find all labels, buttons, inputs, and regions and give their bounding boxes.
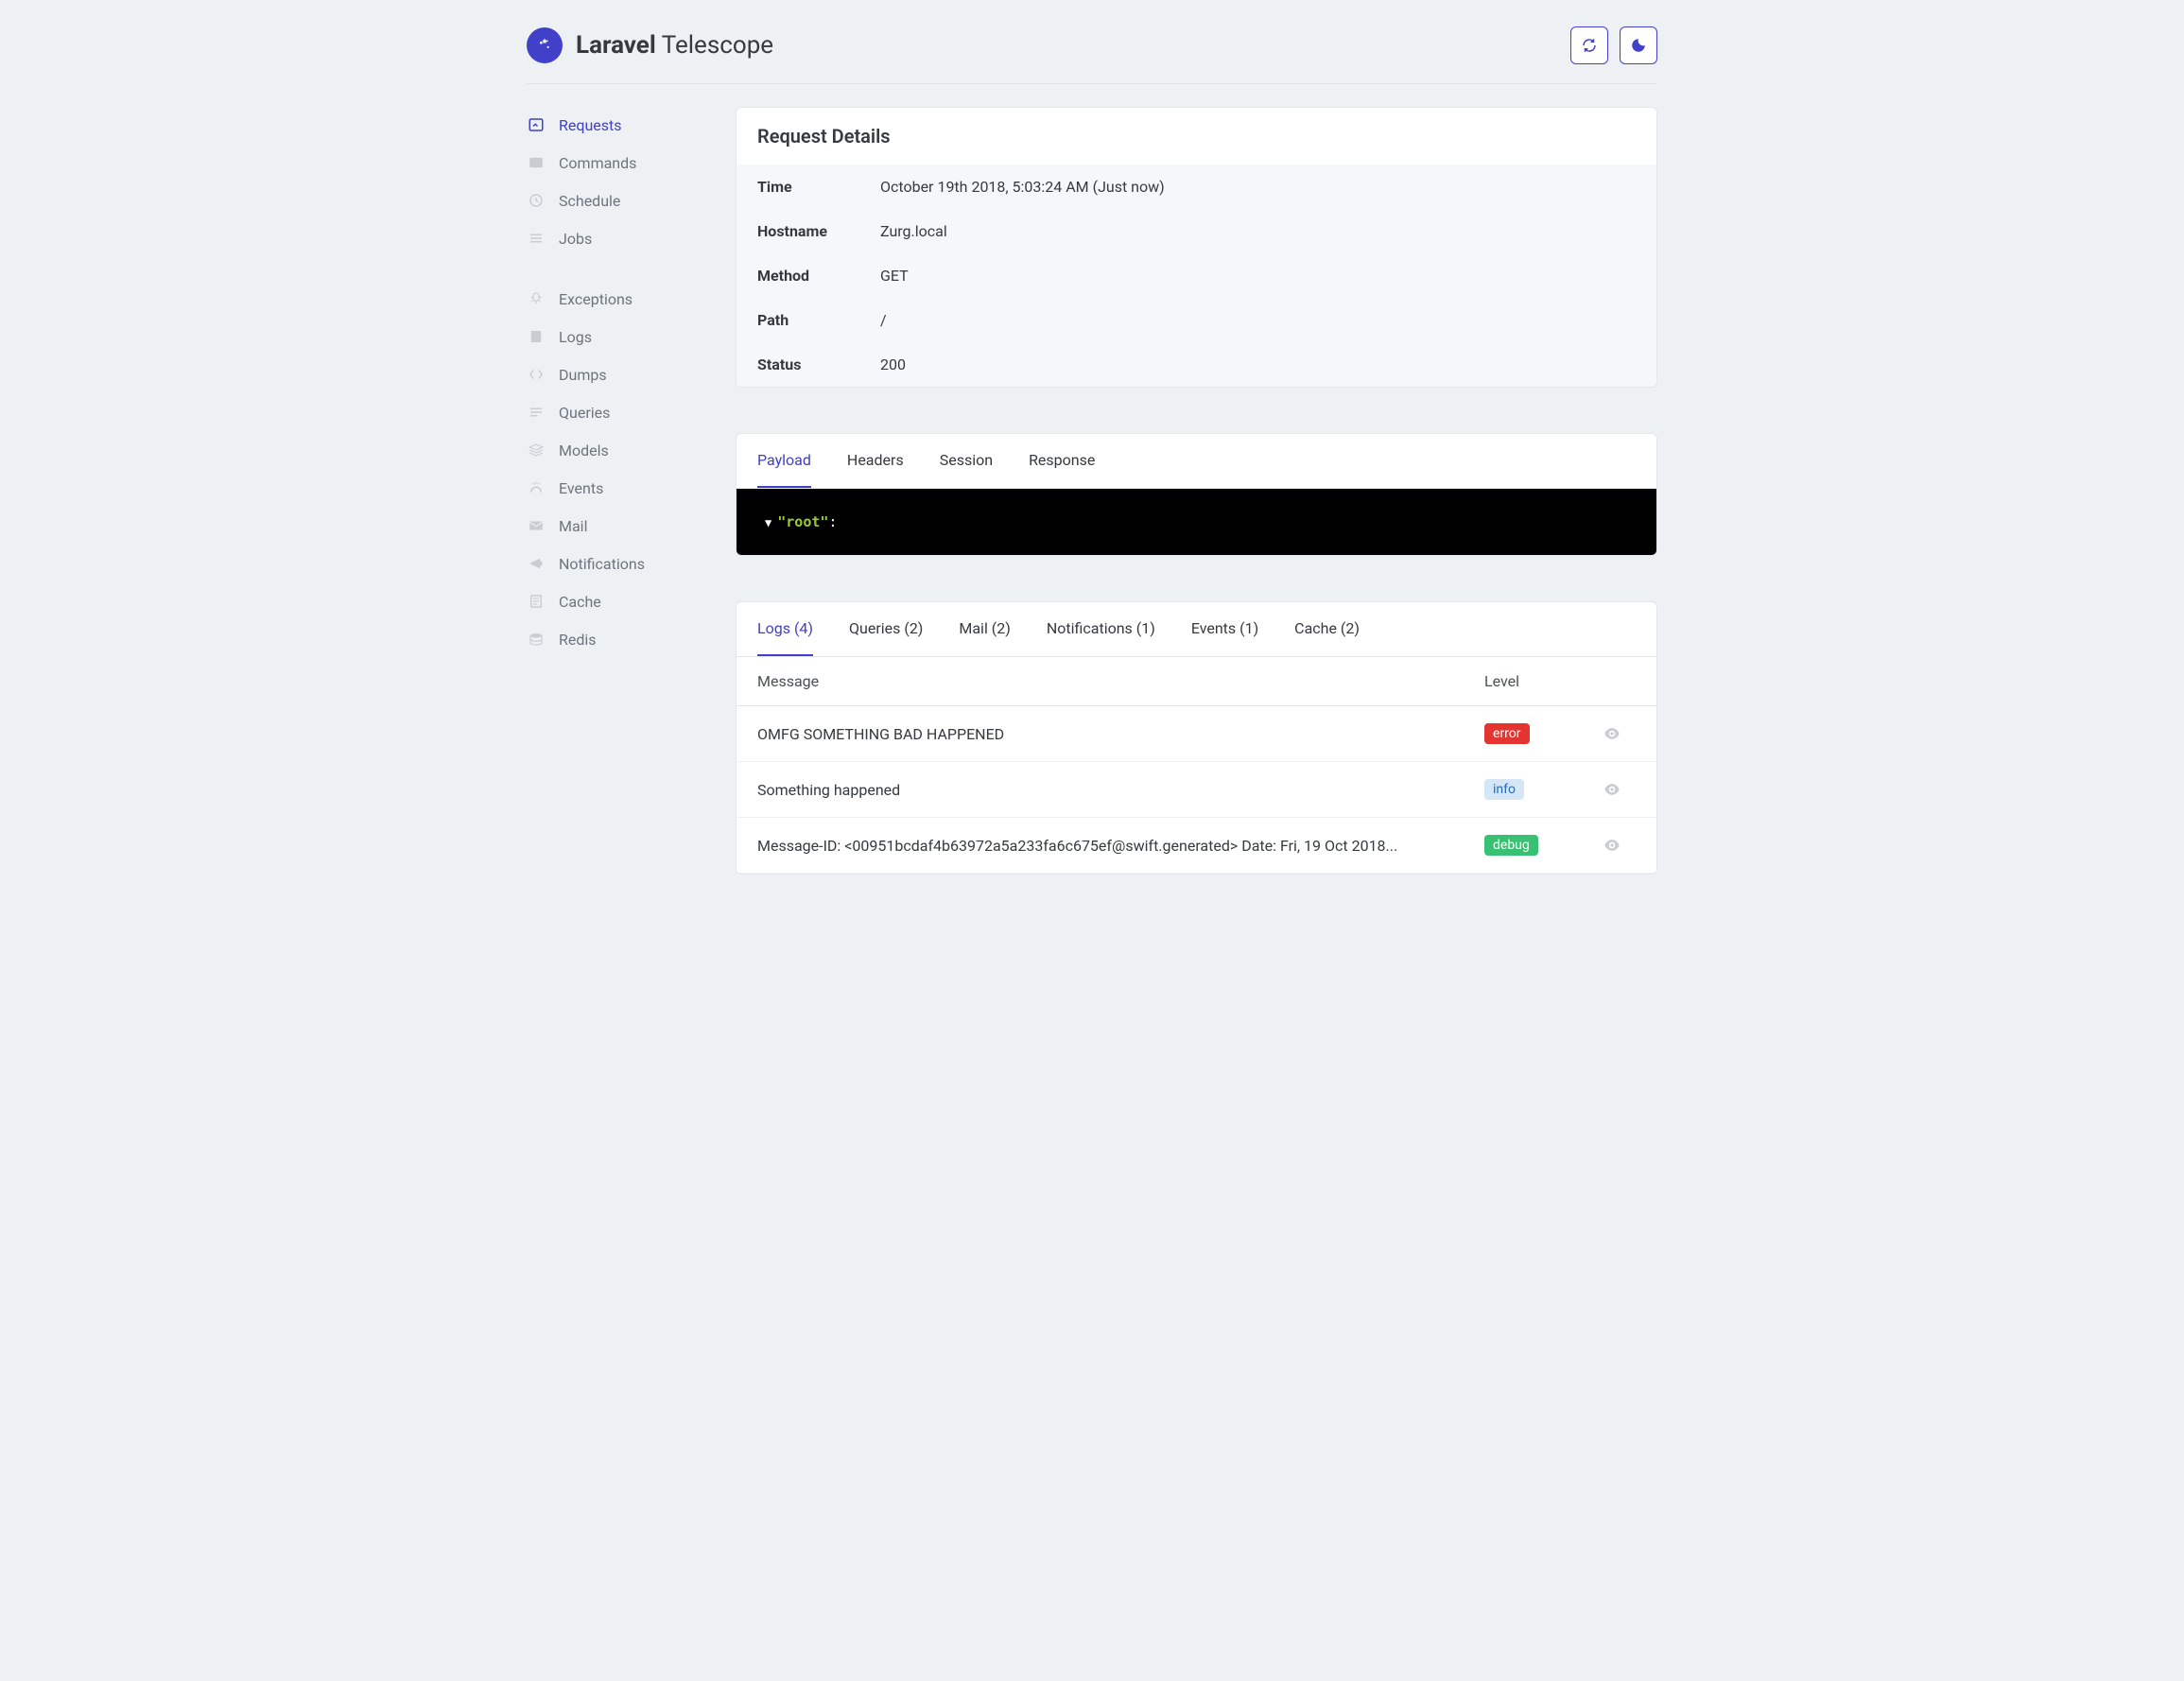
col-header-message: Message	[757, 672, 1484, 690]
detail-row: TimeOctober 19th 2018, 5:03:24 AM (Just …	[737, 165, 1656, 209]
sidebar-item-label: Commands	[559, 154, 636, 172]
sidebar: Requests Commands Schedule Jobs Exceptio…	[527, 107, 702, 920]
detail-value: GET	[880, 267, 909, 285]
sidebar-item-label: Redis	[559, 631, 597, 649]
payload-card: Payload Headers Session Response ▼"root":	[736, 433, 1657, 556]
level-badge: info	[1484, 779, 1524, 800]
card-title: Request Details	[737, 108, 1656, 165]
schedule-icon	[527, 191, 546, 210]
redis-icon	[527, 630, 546, 649]
sidebar-item-exceptions[interactable]: Exceptions	[527, 281, 702, 317]
commands-icon	[527, 153, 546, 172]
sidebar-item-label: Models	[559, 442, 609, 459]
sidebar-item-label: Cache	[559, 593, 601, 611]
log-row: Something happened info	[737, 762, 1656, 818]
sidebar-item-label: Queries	[559, 404, 610, 422]
related-tab[interactable]: Mail (2)	[959, 602, 1010, 656]
related-tab[interactable]: Cache (2)	[1294, 602, 1360, 656]
sidebar-item-label: Mail	[559, 517, 587, 535]
detail-value: 200	[880, 355, 906, 373]
log-row: OMFG SOMETHING BAD HAPPENED error	[737, 706, 1656, 762]
sidebar-item-logs[interactable]: Logs	[527, 319, 702, 355]
log-message: Message-ID: <00951bcdaf4b63972a5a233fa6c…	[757, 837, 1484, 855]
sidebar-item-label: Dumps	[559, 366, 607, 384]
payload-tab[interactable]: Payload	[757, 434, 811, 488]
detail-label: Method	[757, 267, 880, 285]
cache-icon	[527, 592, 546, 611]
jobs-icon	[527, 229, 546, 248]
brand: Laravel Telescope	[527, 27, 773, 63]
related-tab[interactable]: Logs (4)	[757, 602, 813, 656]
header: Laravel Telescope	[527, 0, 1657, 84]
detail-row: Path/	[737, 298, 1656, 342]
log-row: Message-ID: <00951bcdaf4b63972a5a233fa6c…	[737, 818, 1656, 874]
exceptions-icon	[527, 289, 546, 308]
sidebar-item-mail[interactable]: Mail	[527, 508, 702, 544]
detail-value: Zurg.local	[880, 222, 947, 240]
dumps-icon	[527, 365, 546, 384]
queries-icon	[527, 403, 546, 422]
sidebar-item-queries[interactable]: Queries	[527, 394, 702, 430]
sidebar-item-label: Requests	[559, 116, 622, 134]
refresh-button[interactable]	[1570, 26, 1608, 64]
sidebar-item-redis[interactable]: Redis	[527, 621, 702, 657]
sidebar-item-label: Notifications	[559, 555, 645, 573]
requests-icon	[527, 115, 546, 134]
sidebar-item-label: Logs	[559, 328, 592, 346]
sidebar-item-schedule[interactable]: Schedule	[527, 182, 702, 218]
detail-label: Status	[757, 355, 880, 373]
detail-value: /	[880, 311, 887, 329]
view-entry-icon[interactable]	[1588, 780, 1636, 799]
view-entry-icon[interactable]	[1588, 724, 1636, 743]
view-entry-icon[interactable]	[1588, 836, 1636, 855]
detail-value: October 19th 2018, 5:03:24 AM (Just now)	[880, 178, 1165, 196]
log-message: Something happened	[757, 781, 1484, 799]
telescope-logo-icon	[527, 27, 563, 63]
detail-label: Time	[757, 178, 880, 196]
related-tab[interactable]: Notifications (1)	[1047, 602, 1155, 656]
detail-row: Status200	[737, 342, 1656, 387]
notifications-icon	[527, 554, 546, 573]
theme-toggle-button[interactable]	[1620, 26, 1657, 64]
logs-icon	[527, 327, 546, 346]
sidebar-item-label: Schedule	[559, 192, 620, 210]
request-details-card: Request Details TimeOctober 19th 2018, 5…	[736, 107, 1657, 388]
level-badge: error	[1484, 723, 1530, 744]
payload-tab[interactable]: Session	[940, 434, 993, 488]
log-table-header: Message Level	[737, 657, 1656, 706]
detail-label: Hostname	[757, 222, 880, 240]
sidebar-item-label: Jobs	[559, 230, 592, 248]
sidebar-item-cache[interactable]: Cache	[527, 583, 702, 619]
payload-viewer[interactable]: ▼"root":	[737, 489, 1656, 555]
sidebar-item-events[interactable]: Events	[527, 470, 702, 506]
related-tab[interactable]: Queries (2)	[849, 602, 923, 656]
sidebar-item-models[interactable]: Models	[527, 432, 702, 468]
level-badge: debug	[1484, 835, 1538, 856]
related-tab[interactable]: Events (1)	[1191, 602, 1258, 656]
payload-tab[interactable]: Response	[1029, 434, 1095, 488]
related-entries-card: Logs (4) Queries (2) Mail (2) Notifications…	[736, 601, 1657, 875]
models-icon	[527, 441, 546, 459]
events-icon	[527, 478, 546, 497]
payload-tab[interactable]: Headers	[847, 434, 904, 488]
detail-row: HostnameZurg.local	[737, 209, 1656, 253]
mail-icon	[527, 516, 546, 535]
sidebar-item-jobs[interactable]: Jobs	[527, 220, 702, 256]
col-header-level: Level	[1484, 672, 1588, 690]
brand-title: Laravel Telescope	[576, 31, 773, 60]
log-message: OMFG SOMETHING BAD HAPPENED	[757, 725, 1484, 743]
detail-label: Path	[757, 311, 880, 329]
sidebar-item-notifications[interactable]: Notifications	[527, 546, 702, 581]
sidebar-item-label: Exceptions	[559, 290, 633, 308]
sidebar-item-commands[interactable]: Commands	[527, 145, 702, 181]
sidebar-item-requests[interactable]: Requests	[527, 107, 702, 143]
sidebar-item-dumps[interactable]: Dumps	[527, 356, 702, 392]
detail-row: MethodGET	[737, 253, 1656, 298]
sidebar-item-label: Events	[559, 479, 603, 497]
